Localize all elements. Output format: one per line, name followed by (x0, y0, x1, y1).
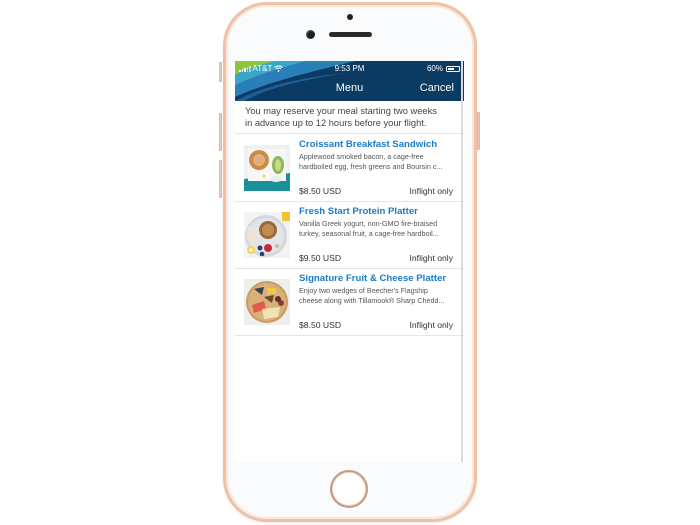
volume-up-button (219, 113, 222, 151)
item-availability: Inflight only (409, 253, 453, 263)
item-description: Applewood smoked bacon, a cage-free hard… (299, 152, 443, 171)
earpiece-speaker (329, 32, 372, 37)
menu-item-fruit-cheese-platter[interactable]: Signature Fruit & Cheese Platter Enjoy t… (235, 269, 464, 336)
item-price: $9.50 USD (299, 253, 342, 263)
item-title: Signature Fruit & Cheese Platter (299, 273, 447, 284)
power-button (477, 112, 480, 150)
reservation-notice: You may reserve your meal starting two w… (235, 101, 464, 134)
fruit-cheese-platter-image (244, 279, 290, 325)
notice-line: in advance up to 12 hours before your fl… (245, 118, 427, 128)
battery-group: 60% (426, 64, 462, 73)
item-price: $8.50 USD (299, 186, 342, 196)
battery-icon (446, 65, 462, 72)
menu-item-croissant-sandwich[interactable]: Croissant Breakfast Sandwich Applewood s… (235, 135, 464, 202)
menu-item-protein-platter[interactable]: Fresh Start Protein Platter Vanilla Gree… (235, 202, 464, 269)
cancel-button[interactable]: Cancel (420, 82, 454, 94)
item-availability: Inflight only (409, 186, 453, 196)
menu-list: Croissant Breakfast Sandwich Applewood s… (235, 135, 464, 336)
front-camera-icon (306, 30, 315, 39)
status-bar: AT&T 9:53 PM 60% (235, 63, 464, 75)
battery-percent: 60% (426, 64, 443, 73)
scroll-gutter (461, 61, 463, 462)
home-button[interactable] (330, 470, 368, 508)
notice-line: You may reserve your meal starting two w… (245, 106, 437, 116)
item-price: $8.50 USD (299, 320, 342, 330)
item-availability: Inflight only (409, 320, 453, 330)
croissant-sandwich-image (244, 145, 290, 191)
volume-down-button (219, 160, 222, 198)
nav-header: AT&T 9:53 PM 60% Menu Cancel (235, 61, 464, 101)
mute-switch (219, 62, 222, 82)
item-title: Fresh Start Protein Platter (299, 206, 418, 217)
app-screen: AT&T 9:53 PM 60% Menu Cancel You may res… (235, 61, 464, 462)
item-title: Croissant Breakfast Sandwich (299, 139, 438, 150)
item-description: Enjoy two wedges of Beecher's Flagship c… (299, 286, 445, 305)
item-description: Vanilla Greek yogurt, non-GMO fire-brais… (299, 219, 439, 238)
proximity-sensor (347, 14, 353, 20)
protein-platter-image (244, 212, 290, 258)
